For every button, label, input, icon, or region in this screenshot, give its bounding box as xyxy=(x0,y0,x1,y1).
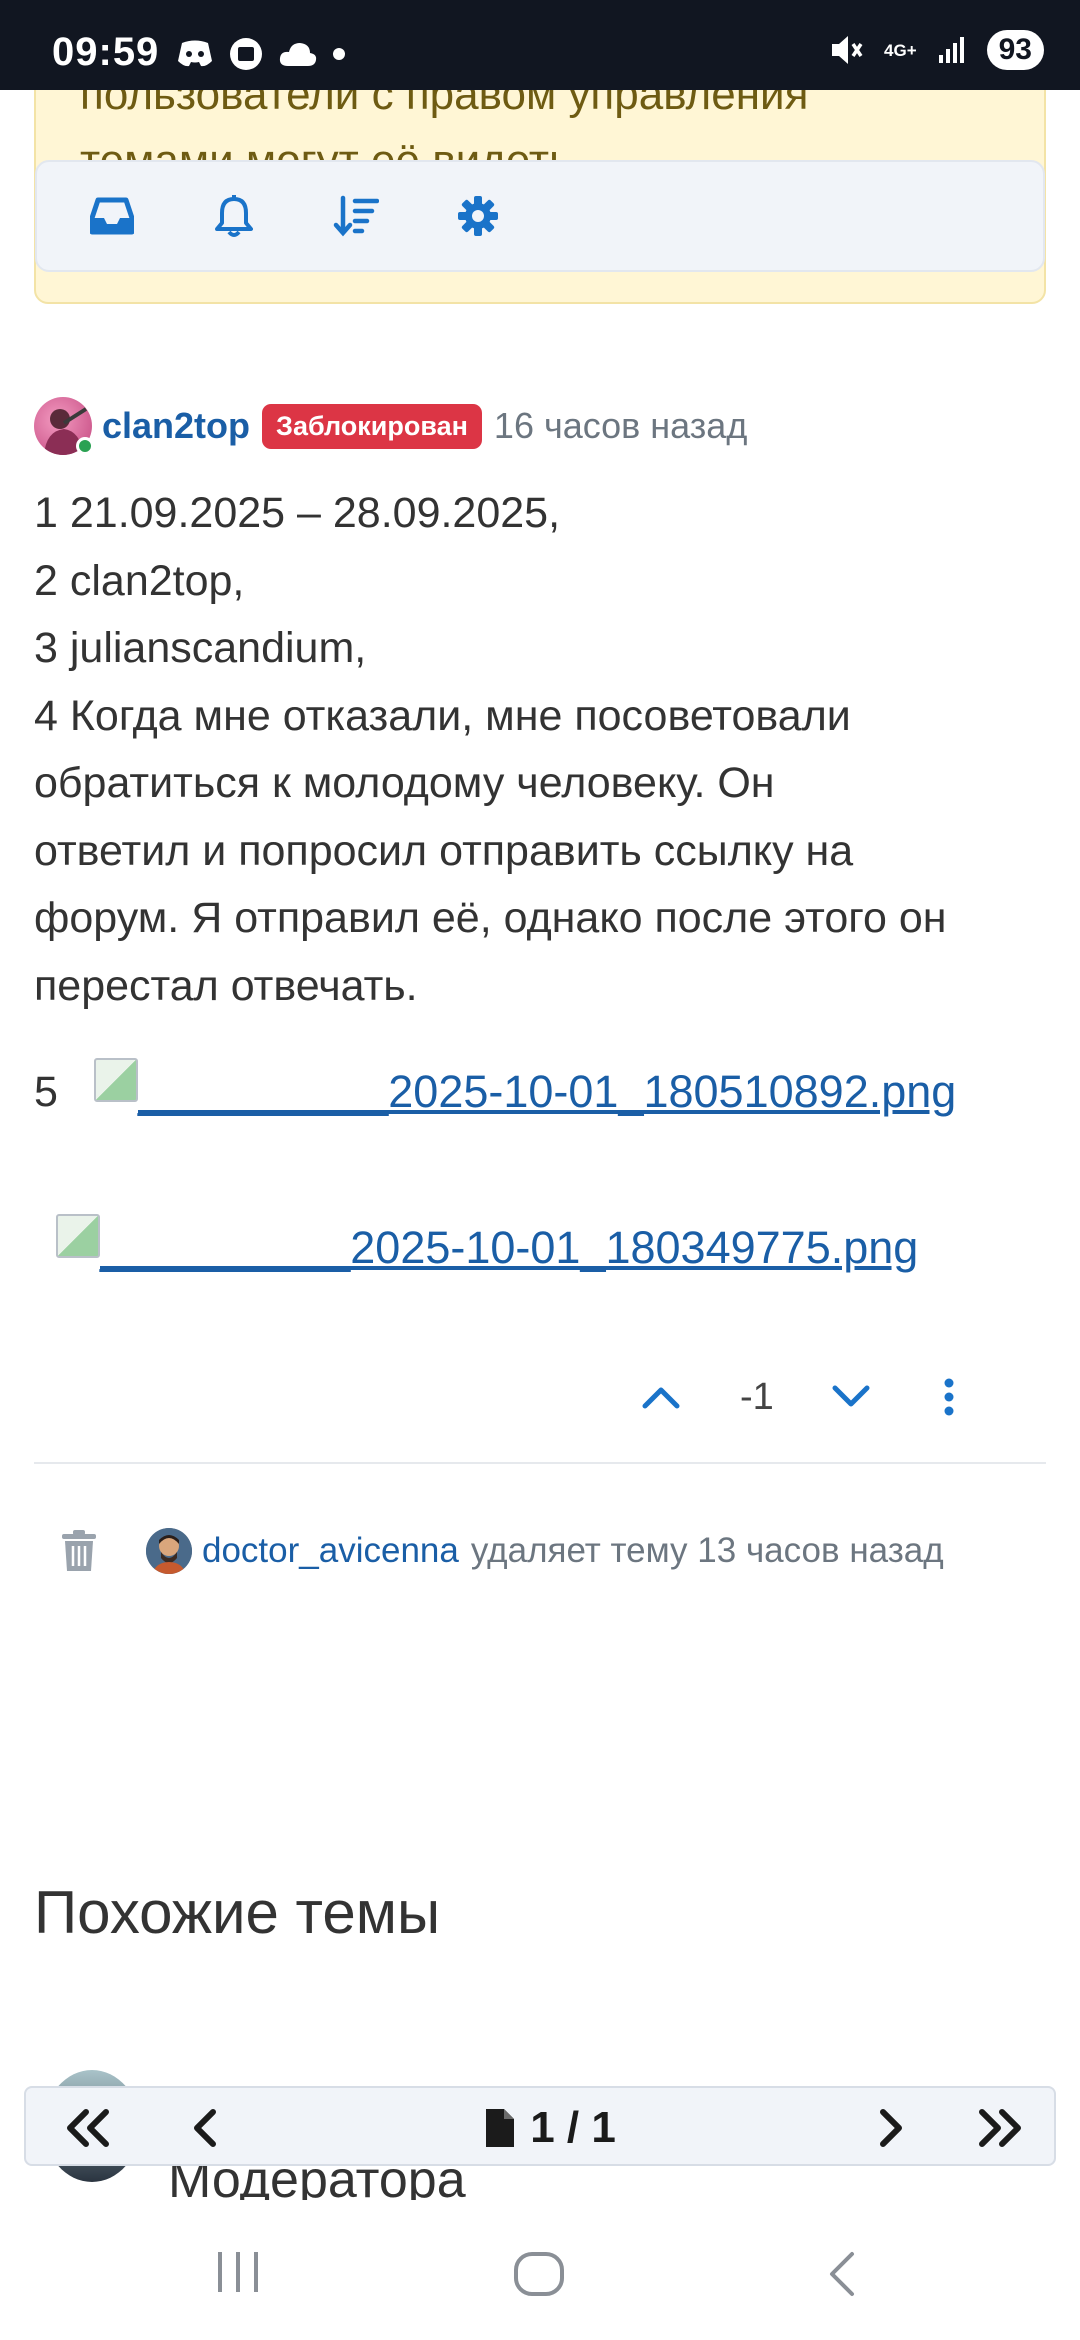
attachment-number: 5 xyxy=(34,1067,58,1116)
post-body: 1 21.09.2025 – 28.09.2025, 2 clan2top, 3… xyxy=(34,480,1054,1020)
double-chevron-left-icon xyxy=(67,2109,109,2147)
back-button[interactable] xyxy=(824,2250,858,2298)
post-line: 4 Когда мне отказали, мне посоветовали xyxy=(34,691,851,740)
page-indicator[interactable]: 1 / 1 xyxy=(470,2098,630,2158)
topic-event: doctor_avicenna удаляет тему 13 часов на… xyxy=(60,1528,944,1574)
dot-icon xyxy=(333,48,345,60)
cloud-icon xyxy=(279,43,317,66)
post-header: clan2top Заблокирован 16 часов назад xyxy=(34,396,747,456)
topic-pager: 1 / 1 xyxy=(24,2086,1056,2166)
post-line: обратиться к молодому человеку. Он xyxy=(34,759,775,807)
event-text: удаляет тему 13 часов назад xyxy=(470,1531,944,1570)
attachment-link[interactable]: __________2025-10-01_180349775.png xyxy=(100,1222,918,1274)
page-label: 1 / 1 xyxy=(530,2103,616,2152)
trash-icon xyxy=(62,1530,96,1571)
status-right-icons: 4G+ 93 xyxy=(828,30,1044,70)
status-badge: Заблокирован xyxy=(262,403,482,449)
post-line: перестал отвечать. xyxy=(34,961,418,1010)
avatar[interactable] xyxy=(146,1528,192,1574)
chevron-right-icon xyxy=(880,2109,902,2147)
file-icon xyxy=(486,2109,515,2147)
post-line: 2 clan2top, xyxy=(34,556,245,605)
home-button[interactable] xyxy=(512,2250,566,2298)
post-divider xyxy=(34,1462,1046,1464)
last-page-button[interactable] xyxy=(966,2098,1036,2158)
prev-page-button[interactable] xyxy=(176,2098,236,2158)
sort-button[interactable] xyxy=(333,193,379,239)
upvote-button[interactable] xyxy=(640,1382,682,1412)
mute-icon xyxy=(832,36,863,64)
downvote-button[interactable] xyxy=(830,1382,872,1412)
post-vote-controls: -1 xyxy=(640,1362,1020,1432)
inbox-icon xyxy=(90,197,134,235)
event-username[interactable]: doctor_avicenna xyxy=(202,1531,459,1571)
recent-apps-button[interactable] xyxy=(214,2250,262,2294)
more-options-icon[interactable] xyxy=(942,1377,956,1417)
post-line: 1 21.09.2025 – 28.09.2025, xyxy=(34,489,561,537)
settings-button[interactable] xyxy=(455,193,501,239)
topic-toolbar xyxy=(35,160,1045,272)
broken-image-icon xyxy=(56,1214,100,1258)
post-username[interactable]: clan2top xyxy=(102,405,250,447)
chevron-left-icon xyxy=(194,2109,216,2147)
next-page-button[interactable] xyxy=(860,2098,920,2158)
system-nav-bar xyxy=(0,2200,1080,2340)
broken-image-icon xyxy=(94,1058,138,1102)
avatar[interactable] xyxy=(34,397,94,455)
similar-topics-heading: Похожие темы xyxy=(34,1879,441,1946)
battery-level: 93 xyxy=(986,30,1044,70)
post-line: ответил и попросил отправить ссылку на xyxy=(34,826,854,875)
status-left-icons xyxy=(176,36,346,72)
gear-icon xyxy=(458,196,498,236)
first-page-button[interactable] xyxy=(52,2098,122,2158)
attachment-row-2: __________2025-10-01_180349775.png xyxy=(56,1214,918,1274)
notifications-button[interactable] xyxy=(211,193,257,239)
status-time: 09:59 xyxy=(52,30,160,74)
inbox-button[interactable] xyxy=(89,193,135,239)
post-line: форум. Я отправил её, однако после этого… xyxy=(34,894,947,942)
attachment-row-1: 5 __________2025-10-01_180510892.png xyxy=(34,1058,956,1118)
discord-icon xyxy=(178,40,212,67)
status-bar: 09:59 4G+ 93 xyxy=(0,0,1080,90)
signal-icon xyxy=(938,37,964,63)
bell-icon xyxy=(215,195,253,237)
sort-icon xyxy=(333,195,379,237)
attachment-link[interactable]: __________2025-10-01_180510892.png xyxy=(138,1066,956,1118)
post-line: 3 julianscandium, xyxy=(34,624,367,672)
double-chevron-right-icon xyxy=(979,2109,1021,2147)
stop-icon xyxy=(230,38,262,70)
vote-count: -1 xyxy=(740,1375,774,1418)
network-type: 4G+ xyxy=(884,40,917,60)
post-time[interactable]: 16 часов назад xyxy=(494,405,747,447)
online-indicator xyxy=(76,437,94,455)
